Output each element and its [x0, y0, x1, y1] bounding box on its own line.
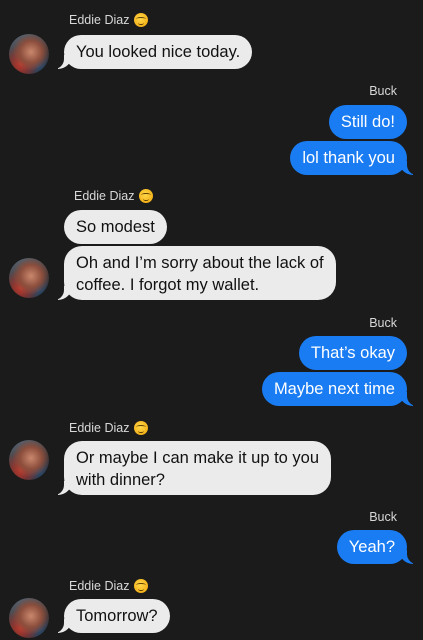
- message-bubble-incoming[interactable]: Tomorrow?: [54, 599, 170, 633]
- sender-name: Buck: [369, 84, 397, 98]
- relieved-face-icon: [134, 421, 149, 435]
- relieved-face-icon: [134, 579, 149, 593]
- message-bubble-incoming[interactable]: So modest: [64, 210, 167, 244]
- sender-name: Eddie Diaz: [74, 189, 154, 203]
- message-bubble-incoming[interactable]: Oh and I’m sorry about the lack of coffe…: [54, 246, 336, 300]
- relieved-face-icon: [134, 13, 149, 27]
- avatar[interactable]: [9, 598, 49, 638]
- message-bubble-outgoing[interactable]: That’s okay: [298, 336, 407, 370]
- sender-name: Eddie Diaz: [69, 13, 149, 27]
- message-bubble-outgoing[interactable]: lol thank you: [290, 141, 417, 175]
- message-bubble-outgoing[interactable]: Maybe next time: [261, 372, 418, 406]
- message-bubble-outgoing[interactable]: Still do!: [328, 105, 407, 139]
- sender-name: Eddie Diaz: [69, 579, 149, 593]
- message-bubble-incoming[interactable]: You looked nice today.: [53, 35, 253, 69]
- avatar[interactable]: [9, 34, 49, 74]
- avatar[interactable]: [9, 440, 49, 480]
- sender-name: Buck: [369, 316, 397, 330]
- sender-name: Buck: [369, 510, 397, 524]
- avatar[interactable]: [9, 258, 49, 298]
- message-bubble-outgoing[interactable]: Yeah?: [336, 530, 418, 564]
- relieved-face-icon: [139, 189, 154, 203]
- message-bubble-incoming[interactable]: Or maybe I can make it up to you with di…: [53, 441, 332, 495]
- sender-name: Eddie Diaz: [69, 421, 149, 435]
